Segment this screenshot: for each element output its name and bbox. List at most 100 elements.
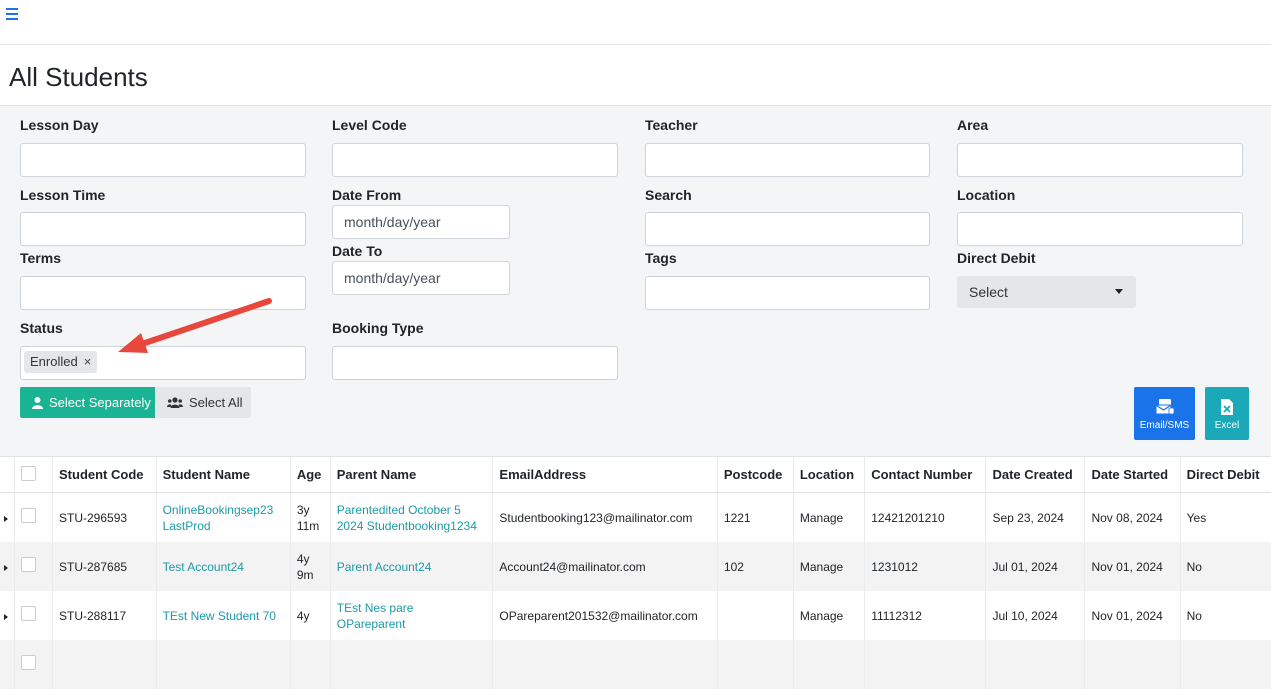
status-tag-enrolled: Enrolled × xyxy=(24,351,98,373)
direct-debit-select[interactable]: Select xyxy=(957,276,1136,308)
lesson-time-input[interactable] xyxy=(20,212,306,246)
col-student-code[interactable]: Student Code xyxy=(52,456,157,493)
date-to-label: Date To xyxy=(332,243,383,259)
cell-age: 4y 9m xyxy=(289,542,331,591)
cell-direct-debit: Yes xyxy=(1179,492,1271,542)
date-to-input[interactable]: month/day/year xyxy=(332,261,510,295)
col-contact-number[interactable]: Contact Number xyxy=(864,456,986,493)
col-email[interactable]: EmailAddress xyxy=(492,456,718,493)
table-row: STU-296593 OnlineBookingsep23 LastProd 3y… xyxy=(0,492,1271,542)
users-icon xyxy=(167,397,183,408)
cell-date-created: Jul 01, 2024 xyxy=(985,542,1085,591)
select-separately-label: Select Separately xyxy=(49,395,151,410)
col-postcode[interactable]: Postcode xyxy=(716,456,794,493)
select-all-checkbox[interactable] xyxy=(21,465,36,481)
excel-icon xyxy=(1221,399,1233,415)
cell-postcode: 102 xyxy=(716,542,794,591)
cell-date-started: Nov 01, 2024 xyxy=(1084,591,1181,640)
cell-student-name[interactable]: OnlineBookingsep23 LastProd xyxy=(155,492,291,542)
table-row xyxy=(0,640,1271,689)
table-row: STU-288117 TEst New Student 70 4y TEst N… xyxy=(0,591,1271,640)
top-bar xyxy=(0,0,1271,45)
area-input[interactable] xyxy=(957,143,1243,177)
direct-debit-value: Select xyxy=(969,284,1008,300)
col-direct-debit[interactable]: Direct Debit xyxy=(1179,456,1271,493)
remove-icon[interactable]: × xyxy=(84,354,92,369)
cell-student-code: STU-287685 xyxy=(52,542,157,591)
email-sms-label: Email/SMS xyxy=(1139,420,1190,431)
cell-email: Studentbooking123@mailinator.com xyxy=(492,492,718,542)
cell-email: Account24@mailinator.com xyxy=(492,542,718,591)
location-input[interactable] xyxy=(957,212,1243,246)
cell-parent-name[interactable]: Parentedited October 5 2024 Studentbookin… xyxy=(329,492,493,542)
tags-input[interactable] xyxy=(645,276,930,310)
excel-label: Excel xyxy=(1214,420,1240,431)
row-checkbox[interactable] xyxy=(21,606,36,621)
terms-label: Terms xyxy=(20,250,61,266)
row-checkbox[interactable] xyxy=(21,557,36,572)
cell-student-name[interactable]: TEst New Student 70 xyxy=(155,591,291,640)
area-label: Area xyxy=(957,117,989,133)
select-all-label: Select All xyxy=(189,395,243,410)
lesson-time-label: Lesson Time xyxy=(20,187,106,203)
students-table: Student Code Student Name Age Parent Nam… xyxy=(0,456,1271,689)
chevron-down-icon xyxy=(1115,289,1123,294)
lesson-day-input[interactable] xyxy=(20,143,306,177)
col-location[interactable]: Location xyxy=(792,456,865,493)
booking-type-label: Booking Type xyxy=(332,320,424,336)
search-label: Search xyxy=(645,187,692,203)
menu-icon[interactable] xyxy=(6,8,18,20)
teacher-input[interactable] xyxy=(645,143,930,177)
filter-panel: Lesson Day Level Code Teacher Area Lesso… xyxy=(0,105,1271,457)
expand-row-icon[interactable] xyxy=(4,515,8,522)
excel-button[interactable]: Excel xyxy=(1205,387,1249,440)
level-code-input[interactable] xyxy=(332,143,618,177)
cell-date-started: Nov 01, 2024 xyxy=(1084,542,1181,591)
cell-direct-debit: No xyxy=(1179,591,1271,640)
cell-age: 3y 11m xyxy=(289,492,331,542)
page-title: All Students xyxy=(9,62,148,92)
expand-row-icon[interactable] xyxy=(4,613,8,620)
cell-location: Manage xyxy=(792,591,865,640)
cell-student-name[interactable]: Test Account24 xyxy=(155,542,291,591)
cell-date-created: Jul 10, 2024 xyxy=(985,591,1085,640)
select-all-button[interactable]: Select All xyxy=(155,387,251,418)
table-row: STU-287685 Test Account24 4y 9m Parent Ac… xyxy=(0,542,1271,591)
status-tag-label: Enrolled xyxy=(30,354,78,369)
cell-date-started: Nov 08, 2024 xyxy=(1084,492,1181,542)
location-label: Location xyxy=(957,187,1016,203)
col-parent-name[interactable]: Parent Name xyxy=(329,456,493,493)
cell-student-code: STU-288117 xyxy=(52,591,157,640)
user-icon xyxy=(32,397,43,409)
email-sms-button[interactable]: Email/SMS xyxy=(1134,387,1195,440)
tags-label: Tags xyxy=(645,250,677,266)
level-code-label: Level Code xyxy=(332,117,407,133)
select-separately-button[interactable]: Select Separately xyxy=(20,387,155,418)
cell-date-created: Sep 23, 2024 xyxy=(985,492,1085,542)
cell-email: OPareparent201532@mailinator.com xyxy=(492,591,718,640)
col-date-started[interactable]: Date Started xyxy=(1084,456,1181,493)
cell-student-code: STU-296593 xyxy=(52,492,157,542)
row-checkbox[interactable] xyxy=(21,655,36,670)
expand-row-icon[interactable] xyxy=(4,564,8,571)
cell-parent-name[interactable]: TEst Nes pare OPareparent xyxy=(329,591,493,640)
annotation-arrow xyxy=(118,298,272,353)
col-date-created[interactable]: Date Created xyxy=(985,456,1085,493)
cell-contact-number: 1231012 xyxy=(864,542,986,591)
cell-location: Manage xyxy=(792,542,865,591)
cell-postcode: 1221 xyxy=(716,492,794,542)
booking-type-input[interactable] xyxy=(332,346,618,380)
direct-debit-label: Direct Debit xyxy=(957,250,1036,266)
teacher-label: Teacher xyxy=(645,117,698,133)
lesson-day-label: Lesson Day xyxy=(20,117,99,133)
col-age[interactable]: Age xyxy=(289,456,331,493)
table-header-row: Student Code Student Name Age Parent Nam… xyxy=(0,456,1271,493)
row-checkbox[interactable] xyxy=(21,508,36,523)
cell-contact-number: 12421201210 xyxy=(864,492,986,542)
date-from-input[interactable]: month/day/year xyxy=(332,205,510,239)
col-student-name[interactable]: Student Name xyxy=(155,456,291,493)
search-input[interactable] xyxy=(645,212,930,246)
cell-parent-name[interactable]: Parent Account24 xyxy=(329,542,493,591)
date-from-label: Date From xyxy=(332,187,402,203)
cell-contact-number: 11112312 xyxy=(864,591,986,640)
